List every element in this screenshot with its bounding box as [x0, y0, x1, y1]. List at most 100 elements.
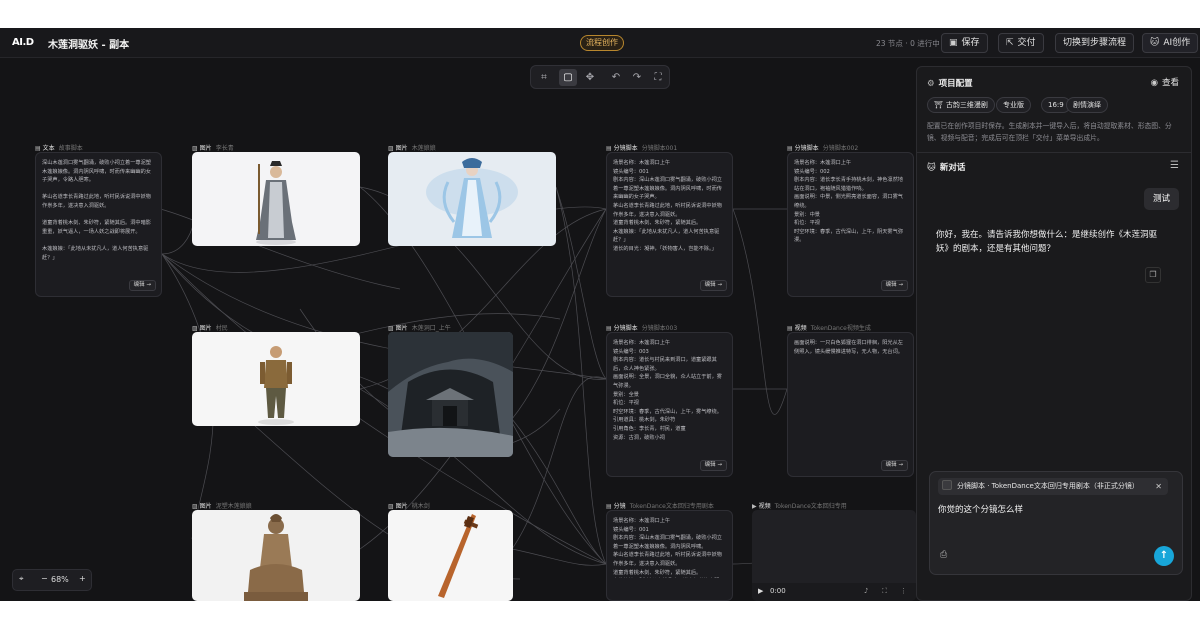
node-ref-icon: [942, 480, 952, 490]
node-label: ▤ 分镜脚本 分镜脚本001: [606, 145, 678, 152]
node-text: 场景名称：木莲洞口上午 镜头编号：001 剧本内容：深山木莲洞口雾气翻涌，破败小…: [613, 518, 722, 576]
save-label: 保存: [961, 38, 980, 48]
villager-figure: [258, 346, 294, 425]
gear-icon: ⚙: [927, 79, 935, 89]
edit-button[interactable]: 编辑 →: [880, 280, 908, 291]
node-text: 场景名称：木莲洞口上午 镜头编号：003 剧本内容：道长与村民来到洞口，道童紧跟…: [613, 340, 722, 441]
theater-icon: ⛩: [934, 101, 943, 109]
node-subtitle: 木莲娘娘: [411, 145, 436, 152]
view-button[interactable]: ◉ 查看: [1151, 76, 1179, 88]
locate-icon[interactable]: ⌖: [19, 574, 24, 584]
node-type: 图片: [395, 145, 408, 152]
canvas-toolbar: ⌗ ▢ ✥ ↶ ↷ ⛶: [530, 65, 670, 89]
scene-image-node[interactable]: [388, 332, 513, 457]
storyboard-node[interactable]: 场景名称：木莲洞口上午 镜头编号：001 剧本内容：深山木莲洞口雾气翻涌，破败小…: [606, 152, 733, 297]
play-icon[interactable]: ▶: [758, 587, 763, 595]
storyboard-node[interactable]: 场景名称：木莲洞口上午 镜头编号：003 剧本内容：道长与村民来到洞口，道童紧跟…: [606, 332, 733, 477]
deliver-button[interactable]: ⇱ 交付: [998, 33, 1044, 53]
cave-entrance-scene: [388, 332, 513, 457]
flow-canvas[interactable]: ⌗ ▢ ✥ ↶ ↷ ⛶ ▤ 文本 故事脚本 深山木莲洞口雾气翻涌，破败小祠立着一尊泥…: [0, 59, 916, 601]
redo-icon[interactable]: ↷: [628, 69, 646, 86]
top-bar: AI.D 木莲洞驱妖 - 副本 流程创作 23 节点 · 0 进行中 ▣ 保存 ⇱…: [0, 28, 1200, 58]
edition-tag[interactable]: 专业版: [996, 97, 1031, 113]
node-type: 分镜脚本: [613, 325, 638, 332]
app-logo[interactable]: AI.D: [12, 37, 34, 48]
chat-list-icon[interactable]: ☰: [1170, 160, 1179, 171]
character-image-node[interactable]: [192, 332, 360, 426]
node-subtitle: 分镜脚本001: [641, 145, 678, 152]
node-label: ▨ 图片 木莲娘娘: [388, 145, 436, 152]
genre-tag[interactable]: 剧情演绎: [1066, 97, 1108, 113]
fullscreen-icon[interactable]: ⛶: [882, 587, 887, 596]
node-label: ▤ 分镜脚本 分镜脚本002: [787, 145, 859, 152]
ai-create-label: AI创作: [1163, 38, 1191, 48]
app-window: AI.D 木莲洞驱妖 - 副本 流程创作 23 节点 · 0 进行中 ▣ 保存 ⇱…: [0, 28, 1200, 601]
node-subtitle: 桃木剑: [411, 503, 430, 510]
edit-button[interactable]: 编辑 →: [880, 460, 908, 471]
layout-icon[interactable]: ⌗: [535, 69, 553, 86]
node-subtitle: 泥塑木莲娘娘: [215, 503, 252, 510]
export-icon: ⇱: [1006, 38, 1014, 48]
undo-icon[interactable]: ↶: [607, 69, 625, 86]
zoom-control: ⌖ − 68% +: [12, 569, 92, 591]
node-label: ▨ 图片 泥塑木莲娘娘: [192, 503, 252, 510]
node-subtitle: 分镜脚本002: [822, 145, 859, 152]
node-label: ▶ 视频 TokenDance文本回归专用: [752, 503, 847, 510]
more-icon[interactable]: ⋮: [900, 587, 907, 595]
node-subtitle: TokenDance视频生成: [810, 325, 871, 332]
node-status: 23 节点 · 0 进行中: [876, 39, 940, 48]
chat-input-box[interactable]: 分镜脚本 · TokenDance文本回归专用剧本（非正式分镜） ✕ 你觉的这个…: [929, 471, 1183, 575]
peachwood-sword: [438, 514, 479, 598]
mode-badge[interactable]: 流程创作: [580, 35, 624, 51]
edit-button[interactable]: 编辑 →: [128, 280, 156, 291]
send-button[interactable]: ↑: [1154, 546, 1174, 566]
edit-button[interactable]: 编辑 →: [699, 460, 727, 471]
style-tag[interactable]: ⛩ 古韵三维漫剧: [927, 97, 995, 113]
node-label: ▤ 分镜 TokenDance文本回归专用剧本: [606, 503, 714, 510]
node-type: 视频: [758, 503, 771, 510]
close-icon[interactable]: ✕: [1155, 478, 1162, 495]
move-icon[interactable]: ✥: [581, 69, 599, 86]
node-text: 画面说明：一只白色狐狸在洞口徘徊，阳光从左侧照入，镜头缓慢推进特写，无人物，无台…: [794, 340, 903, 355]
user-message: 测试: [1143, 188, 1179, 210]
zoom-out-icon[interactable]: −: [41, 574, 48, 583]
switch-flow-button[interactable]: 切换到步骤流程: [1055, 33, 1135, 53]
copy-icon[interactable]: ❐: [1145, 267, 1161, 283]
character-image-node[interactable]: [388, 152, 556, 246]
video-desc-node[interactable]: 画面说明：一只白色狐狸在洞口徘徊，阳光从左侧照入，镜头缓慢推进特写，无人物，无台…: [787, 332, 914, 477]
select-icon[interactable]: ▢: [559, 69, 577, 86]
volume-icon[interactable]: ♪: [864, 587, 868, 595]
storyboard-node[interactable]: 场景名称：木莲洞口上午 镜头编号：001 剧本内容：深山木莲洞口雾气翻涌，破败小…: [606, 510, 733, 601]
node-label: ▨ 图片 李长青: [192, 145, 234, 152]
node-subtitle: 李长青: [215, 145, 234, 152]
cat-icon: 🐱: [927, 163, 936, 173]
chat-title-label: 新对话: [939, 163, 966, 173]
video-time: 0:00: [770, 587, 786, 595]
save-button[interactable]: ▣ 保存: [941, 33, 988, 53]
chat-title: 🐱 新对话: [927, 161, 965, 173]
ai-create-button[interactable]: 🐱 AI创作: [1142, 33, 1199, 53]
video-node[interactable]: ▶ 0:00 ♪ ⛶ ⋮: [752, 510, 916, 601]
node-type: 图片: [395, 503, 408, 510]
node-text: 场景名称：木莲洞口上午 镜头编号：002 剧本内容：道长李长青手持桃木剑，神色凛…: [794, 160, 903, 244]
prop-image-node[interactable]: [192, 510, 360, 601]
reference-label: 分镜脚本 · TokenDance文本回归专用剧本（非正式分镜）: [957, 482, 1139, 490]
chat-input[interactable]: 你觉的这个分镜怎么样: [938, 503, 1023, 515]
node-type: 图片: [395, 325, 408, 332]
reference-chip[interactable]: 分镜脚本 · TokenDance文本回归专用剧本（非正式分镜） ✕: [938, 478, 1168, 495]
node-subtitle: TokenDance文本回归专用剧本: [629, 503, 714, 510]
edit-button[interactable]: 编辑 →: [699, 280, 727, 291]
storyboard-node[interactable]: 场景名称：木莲洞口上午 镜头编号：002 剧本内容：道长李长青手持桃木剑，神色凛…: [787, 152, 914, 297]
prop-image-node[interactable]: [388, 510, 513, 601]
config-title: ⚙ 项目配置: [927, 77, 973, 89]
text-node[interactable]: 深山木莲洞口雾气翻涌，破败小祠立着一尊泥塑木莲娘娘像。洞内阴风呼啸，时而传来幽幽…: [35, 152, 162, 297]
zoom-in-icon[interactable]: +: [79, 574, 86, 583]
character-image-node[interactable]: [192, 152, 360, 246]
node-type: 分镜脚本: [794, 145, 819, 152]
node-subtitle: 分镜脚本003: [641, 325, 678, 332]
fit-view-icon[interactable]: ⛶: [649, 69, 667, 86]
node-label: ▨ 图片 桃木剑: [388, 503, 430, 510]
attach-icon[interactable]: ⎙: [940, 550, 947, 560]
node-type: 图片: [199, 145, 212, 152]
node-text: 场景名称：木莲洞口上午 镜头编号：001 剧本内容：深山木莲洞口雾气翻涌，破败小…: [613, 160, 722, 252]
